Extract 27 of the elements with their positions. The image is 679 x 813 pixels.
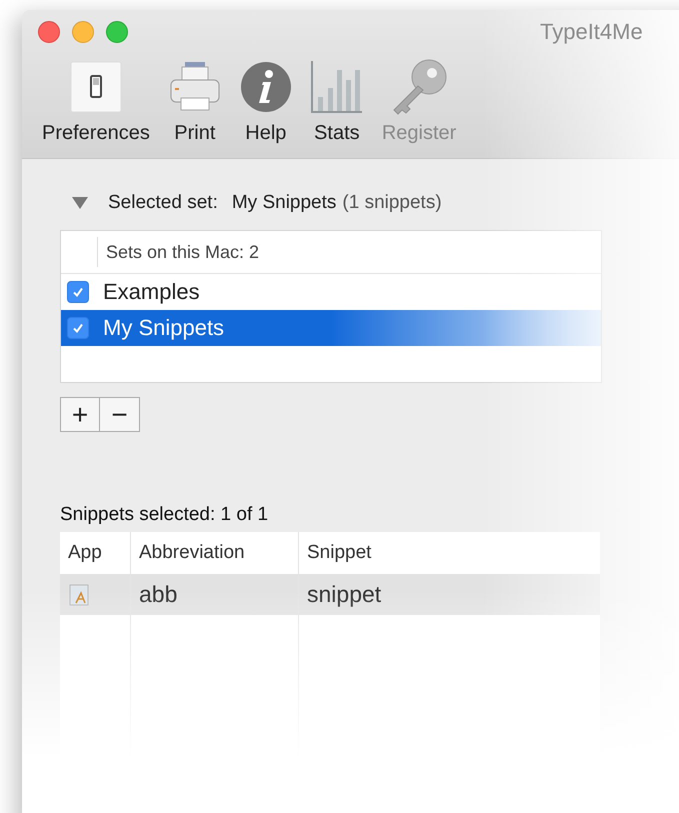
set-row[interactable]: My Snippets xyxy=(61,310,601,346)
document-icon xyxy=(68,582,90,606)
table-cell: abb xyxy=(130,574,298,615)
set-button[interactable]: − xyxy=(100,397,140,432)
disclosure-triangle[interactable] xyxy=(72,197,88,209)
close-button[interactable] xyxy=(38,21,60,43)
toolbar-button[interactable]: Stats xyxy=(304,54,370,149)
table-cell: snippet xyxy=(298,574,600,615)
toolbar-button[interactable]: Help xyxy=(234,54,298,149)
checkmark-icon xyxy=(71,285,85,299)
column-header[interactable]: App xyxy=(60,532,130,574)
toolbar-button[interactable]: Preferences xyxy=(36,54,156,149)
set-row[interactable]: Examples xyxy=(61,274,601,310)
checkbox[interactable] xyxy=(67,281,89,303)
checkbox[interactable] xyxy=(67,317,89,339)
set-button[interactable]: + xyxy=(60,397,100,432)
bar-chart-icon xyxy=(310,58,364,116)
selected-set-name: My Snippets xyxy=(232,192,336,214)
selection-status: Snippets selected: 1 of 1 xyxy=(60,504,270,526)
zoom-button[interactable] xyxy=(106,21,128,43)
selected-set-label: Selected set: xyxy=(108,192,218,214)
column-header: Sets on this Mac: 2 xyxy=(97,237,260,267)
snippet-count: (1 snippets) xyxy=(342,192,442,214)
snippet-row[interactable]: abb snippet xyxy=(60,574,600,615)
window-title: TypeIt4Me xyxy=(540,19,643,45)
toolbar-button[interactable]: Print xyxy=(162,54,228,149)
checkmark-icon xyxy=(71,321,85,335)
